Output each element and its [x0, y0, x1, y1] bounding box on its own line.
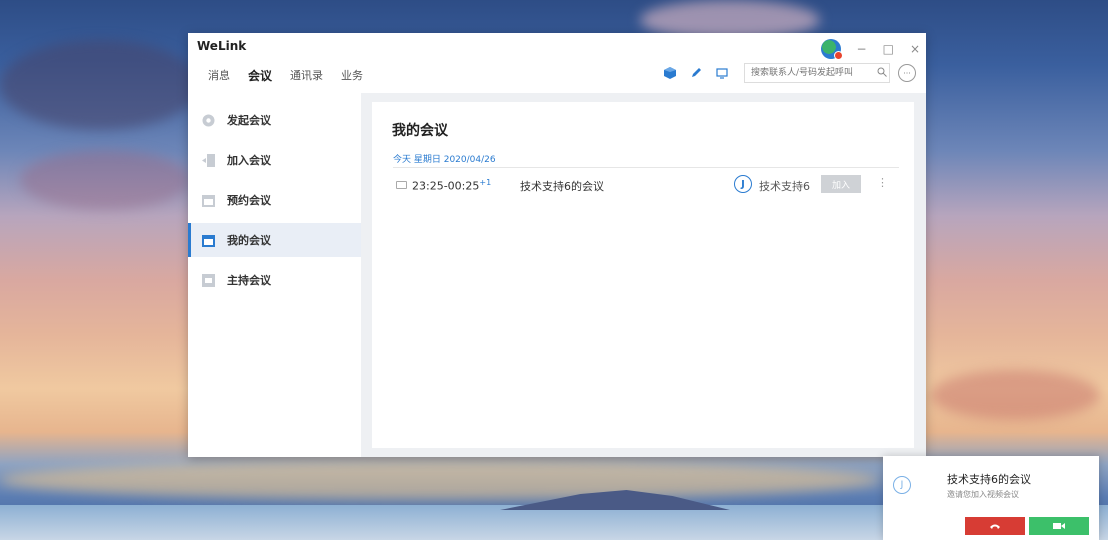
- sidebar-item-join-meeting[interactable]: 加入会议: [188, 143, 361, 177]
- decline-call-button[interactable]: [965, 517, 1025, 535]
- background-cloud: [930, 370, 1100, 420]
- date-label: 今天 星期日 2020/04/26: [393, 155, 496, 165]
- sidebar-item-host-meeting[interactable]: 主持会议: [188, 263, 361, 297]
- sidebar-item-label: 主持会议: [227, 274, 271, 287]
- cube-icon[interactable]: [660, 63, 680, 83]
- video-camera-icon: [396, 181, 407, 189]
- main-tabs: 消息 会议 通讯录 业务: [208, 67, 381, 84]
- sidebar-item-label: 预约会议: [227, 194, 271, 207]
- more-actions-icon[interactable]: ⋮: [877, 176, 888, 189]
- screen-share-icon[interactable]: [712, 63, 732, 83]
- maximize-button[interactable]: □: [883, 42, 894, 56]
- start-meeting-icon: [202, 114, 215, 127]
- title-bar: WeLink 消息 会议 通讯录 业务 − □ × 搜索联系人/号码发起呼叫 ·…: [188, 33, 926, 93]
- search-icon[interactable]: [875, 67, 889, 80]
- welink-window: WeLink 消息 会议 通讯录 业务 − □ × 搜索联系人/号码发起呼叫 ·…: [188, 33, 926, 457]
- sidebar: 发起会议 加入会议 预约会议 我的会议 主持会议: [188, 93, 361, 457]
- sidebar-item-my-meetings[interactable]: 我的会议: [188, 223, 361, 257]
- hang-up-icon: [990, 524, 1000, 529]
- divider: [393, 167, 899, 168]
- page-title: 我的会议: [392, 123, 448, 139]
- caller-avatar: J: [893, 476, 911, 494]
- minimize-button[interactable]: −: [857, 42, 867, 56]
- search-input[interactable]: [745, 65, 875, 81]
- accept-video-button[interactable]: [1029, 517, 1089, 535]
- background-cloud: [0, 40, 200, 130]
- background-cloud: [0, 460, 880, 500]
- meeting-invite-notification: J 技术支持6的会议 邀请您加入视频会议: [883, 456, 1099, 540]
- host-avatar: J: [734, 175, 752, 193]
- notification-title: 技术支持6的会议: [947, 473, 1031, 486]
- host-name: 技术支持6: [759, 180, 810, 193]
- next-day-badge: +1: [479, 178, 492, 187]
- background-cloud: [20, 150, 190, 210]
- toolbar: ···: [660, 63, 916, 83]
- user-avatar[interactable]: [820, 39, 843, 60]
- notification-subtitle: 邀请您加入视频会议: [947, 490, 1019, 499]
- host-meeting-icon: [202, 273, 215, 287]
- my-meetings-icon: [202, 234, 215, 247]
- status-dot: [833, 51, 843, 60]
- tab-messages[interactable]: 消息: [208, 67, 230, 84]
- sidebar-item-label: 发起会议: [227, 114, 271, 127]
- tab-contacts[interactable]: 通讯录: [290, 67, 323, 84]
- tab-business[interactable]: 业务: [341, 67, 363, 84]
- join-button[interactable]: 加入: [821, 175, 861, 193]
- schedule-meeting-icon: [202, 194, 215, 207]
- join-meeting-icon: [202, 153, 215, 167]
- my-meetings-panel: 我的会议 今天 星期日 2020/04/26 23:25-00:25+1 技术支…: [372, 102, 914, 448]
- tab-meetings[interactable]: 会议: [248, 67, 272, 84]
- meeting-row[interactable]: 23:25-00:25+1 技术支持6的会议 J 技术支持6 加入 ⋮: [393, 174, 899, 198]
- pen-icon[interactable]: [686, 63, 706, 83]
- close-button[interactable]: ×: [910, 42, 920, 56]
- sidebar-item-schedule-meeting[interactable]: 预约会议: [188, 183, 361, 217]
- meeting-subject: 技术支持6的会议: [520, 180, 604, 193]
- meeting-time: 23:25-00:25+1: [412, 178, 492, 193]
- window-controls: − □ ×: [820, 39, 920, 60]
- app-title: WeLink: [197, 39, 247, 53]
- sidebar-item-label: 我的会议: [227, 234, 271, 247]
- sidebar-item-label: 加入会议: [227, 154, 271, 167]
- video-camera-icon: [1053, 523, 1065, 529]
- search-box: [744, 63, 890, 83]
- sidebar-item-start-meeting[interactable]: 发起会议: [188, 103, 361, 137]
- more-options-icon[interactable]: ···: [898, 64, 916, 82]
